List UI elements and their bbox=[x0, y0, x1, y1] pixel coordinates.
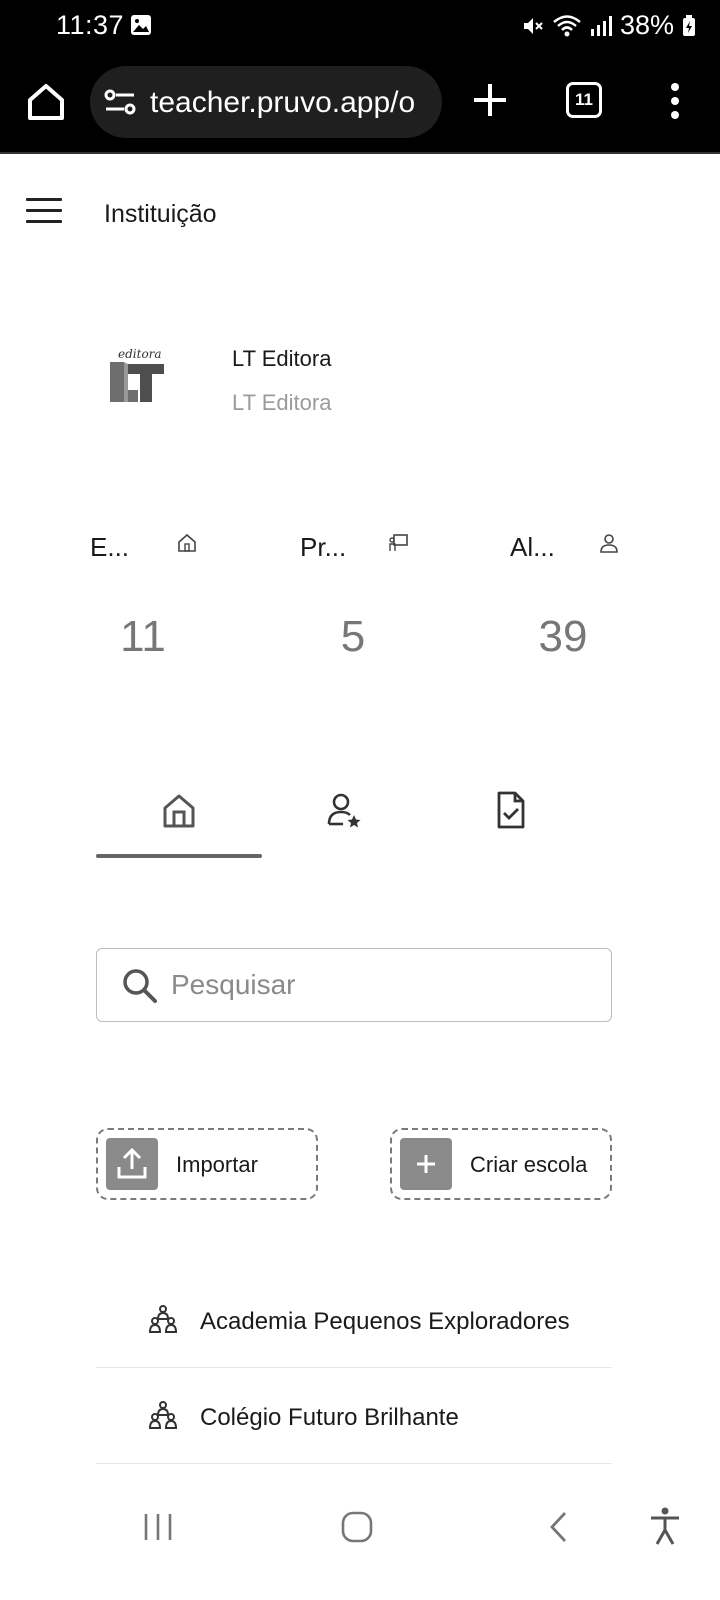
active-tab-indicator bbox=[96, 854, 262, 858]
address-bar[interactable]: teacher.pruvo.app/o bbox=[90, 66, 442, 138]
institution-logo: editora bbox=[106, 346, 168, 406]
search-field[interactable] bbox=[96, 948, 612, 1022]
stat-value-students: 39 bbox=[538, 612, 588, 661]
institution-subtitle: LT Editora bbox=[232, 390, 332, 415]
plus-icon bbox=[400, 1138, 452, 1190]
browser-toolbar: teacher.pruvo.app/o 11 bbox=[0, 52, 720, 154]
school-icon bbox=[178, 533, 196, 552]
more-menu-icon[interactable] bbox=[660, 80, 690, 122]
site-settings-icon[interactable] bbox=[104, 88, 136, 116]
import-label: Importar bbox=[176, 1152, 258, 1177]
tab-coordinators[interactable] bbox=[262, 790, 428, 856]
list-item[interactable]: Academia Pequenos Exploradores bbox=[96, 1272, 612, 1368]
back-icon[interactable] bbox=[546, 1510, 570, 1544]
url-text[interactable]: teacher.pruvo.app/o bbox=[150, 86, 415, 120]
status-bar: 11:37 38% bbox=[0, 0, 720, 52]
recent-apps-icon[interactable] bbox=[140, 1510, 176, 1544]
system-nav-bar bbox=[0, 1488, 720, 1600]
stat-label-schools: E... bbox=[90, 532, 130, 562]
mute-icon bbox=[523, 17, 543, 34]
tab-documents[interactable] bbox=[428, 790, 594, 856]
new-tab-icon[interactable] bbox=[470, 80, 510, 120]
wifi-icon bbox=[553, 14, 581, 36]
accessibility-icon[interactable] bbox=[648, 1506, 682, 1546]
tab-schools[interactable] bbox=[96, 790, 262, 856]
logo-text: editora bbox=[118, 347, 162, 361]
institution-name: LT Editora bbox=[232, 346, 332, 371]
person-icon bbox=[600, 534, 618, 553]
status-icons: 38% bbox=[520, 10, 696, 41]
home-icon bbox=[163, 794, 195, 828]
document-check-icon bbox=[497, 791, 525, 829]
search-icon bbox=[123, 969, 157, 1003]
gallery-icon bbox=[131, 15, 151, 35]
battery-percent: 38% bbox=[619, 10, 674, 40]
hamburger-menu-icon[interactable] bbox=[26, 198, 62, 226]
stat-label-teachers: Pr... bbox=[300, 532, 347, 562]
school-name: Colégio Futuro Brilhante bbox=[200, 1404, 459, 1431]
page-title: Instituição bbox=[104, 200, 217, 228]
status-time: 11:37 bbox=[56, 10, 125, 40]
group-icon bbox=[148, 1305, 178, 1333]
search-input[interactable] bbox=[171, 965, 591, 1005]
list-item[interactable]: Colégio Futuro Brilhante bbox=[96, 1368, 612, 1464]
upload-icon bbox=[106, 1138, 158, 1190]
browser-home-icon[interactable] bbox=[24, 80, 68, 124]
school-name: Academia Pequenos Exploradores bbox=[200, 1308, 570, 1335]
stat-value-schools: 11 bbox=[120, 612, 166, 661]
group-icon bbox=[148, 1401, 178, 1429]
tab-switcher-button[interactable]: 11 bbox=[566, 82, 602, 118]
signal-icon bbox=[590, 15, 612, 36]
person-star-icon bbox=[327, 793, 361, 828]
create-school-button[interactable]: Criar escola bbox=[390, 1128, 612, 1200]
stat-label-students: Al... bbox=[510, 532, 555, 562]
battery-icon bbox=[683, 14, 695, 36]
import-button[interactable]: Importar bbox=[96, 1128, 318, 1200]
teacher-icon bbox=[389, 534, 408, 551]
system-home-icon[interactable] bbox=[340, 1510, 374, 1544]
create-school-label: Criar escola bbox=[470, 1152, 588, 1177]
stat-value-teachers: 5 bbox=[340, 612, 366, 661]
